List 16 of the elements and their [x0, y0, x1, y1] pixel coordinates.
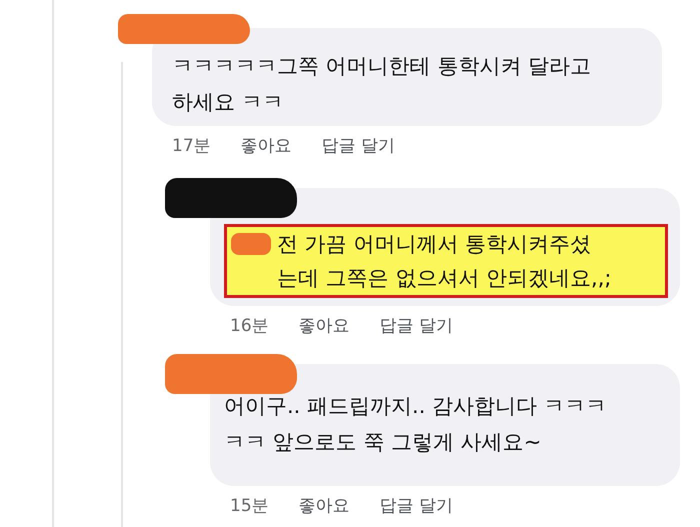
reply-link[interactable]: 답글 달기	[380, 314, 454, 338]
comment-text: ㅋㅋ 앞으로도 쭉 그렇게 사세요~	[224, 429, 542, 456]
reply-link[interactable]: 답글 달기	[380, 494, 454, 518]
comment-text: 는데 그쪽은 없으셔서 안되겠네요,,;	[277, 265, 612, 292]
comment-time: 15분	[230, 495, 269, 518]
comment-text: 어이구.. 패드립까지.. 감사합니다 ㅋㅋㅋ	[224, 393, 607, 420]
reply-link[interactable]: 답글 달기	[322, 134, 396, 158]
comment-text: 하세요 ㅋㅋ	[172, 89, 284, 116]
redaction-mark	[231, 233, 271, 255]
like-link[interactable]: 좋아요	[298, 314, 350, 338]
comment-text: ㅋㅋㅋㅋㅋ그쪽 어머니한테 통학시켜 달라고	[172, 53, 592, 80]
like-link[interactable]: 좋아요	[298, 494, 350, 518]
like-link[interactable]: 좋아요	[240, 134, 292, 158]
comment-time: 16분	[230, 315, 269, 338]
comment-text: 전 가끔 어머니께서 통학시켜주셨	[277, 231, 592, 258]
comment-time: 17분	[172, 135, 211, 158]
